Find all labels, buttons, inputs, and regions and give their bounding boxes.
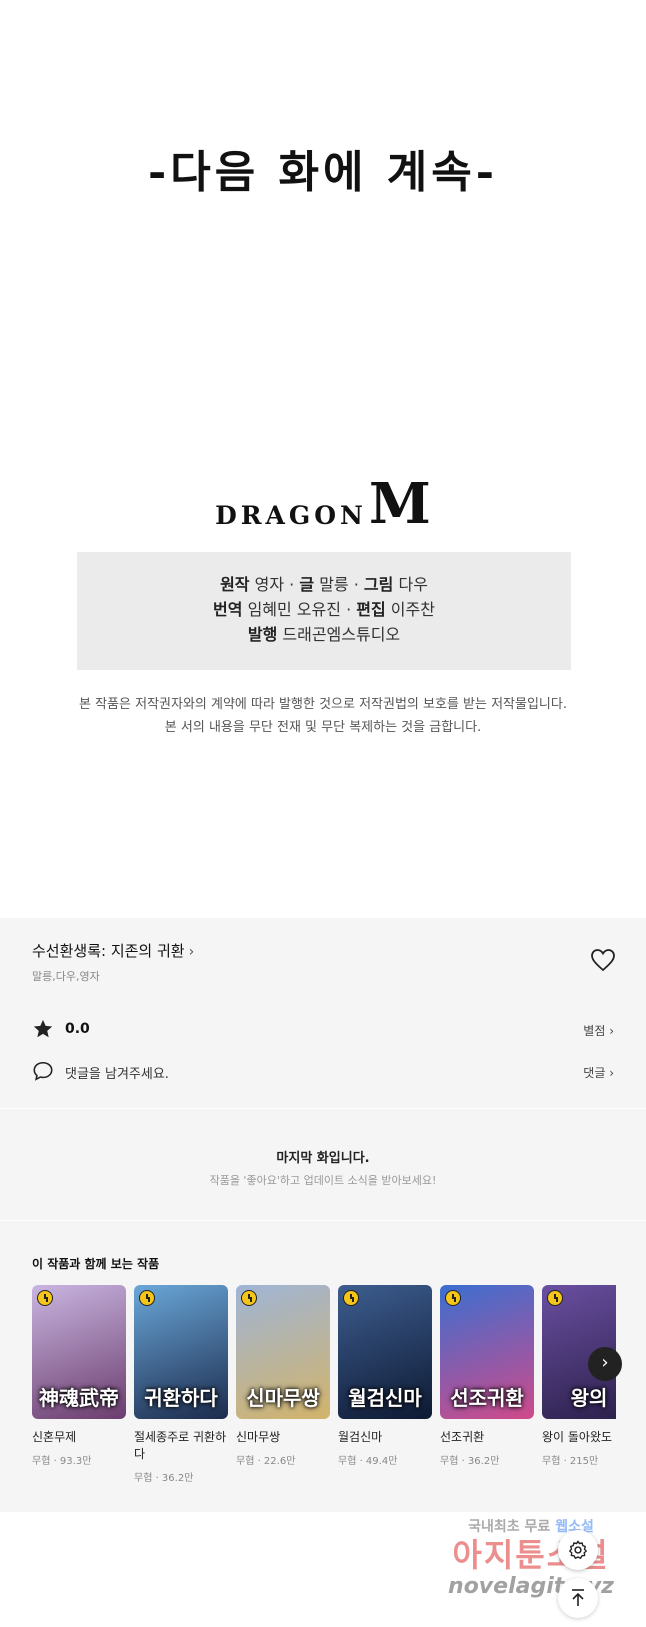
credit-label-original: 원작 xyxy=(220,575,250,594)
related-thumbnail: 선조귀환 xyxy=(440,1285,534,1419)
logo-text: DRAGON xyxy=(215,501,367,530)
copyright-notice: 본 작품은 저작권자와의 계약에 따라 발행한 것으로 저작권법의 보호를 받는… xyxy=(0,693,646,739)
related-meta: 무협 · 36.2만 xyxy=(134,1473,194,1484)
related-title: 절세종주로 귀환하다 xyxy=(134,1430,227,1461)
carousel-next-button[interactable]: › xyxy=(588,1347,622,1381)
related-title: 왕이 돌아왔도 xyxy=(542,1430,613,1444)
comment-bubble-icon xyxy=(33,1061,53,1081)
credit-separator: · xyxy=(346,600,352,619)
credit-value-publisher: 드래곤엠스튜디오 xyxy=(282,625,401,644)
site-watermark: 국내최초 무료 웹소설 아지툰소설 novelagit.xyz xyxy=(426,1512,636,1622)
star-icon xyxy=(33,1019,53,1038)
credit-label-artist: 그림 xyxy=(363,575,394,594)
watermark-line-1: 국내최초 무료 웹소설 xyxy=(426,1516,636,1536)
thumbnail-title-art: 왕의 xyxy=(570,1386,608,1410)
last-episode-subtitle: 작품을 '좋아요'하고 업데이트 소식을 받아보세요! xyxy=(209,1174,437,1187)
related-thumbnail: 귀환하다 xyxy=(134,1285,228,1419)
credit-value-translation: 임혜민 오유진 xyxy=(247,600,341,619)
rate-link[interactable]: 별점 › xyxy=(583,1022,614,1039)
credit-separator: · xyxy=(353,575,359,594)
related-thumbnail: 神魂武帝 xyxy=(32,1285,126,1419)
publisher-logo: DRAGONM xyxy=(0,476,646,532)
related-meta: 무협 · 22.6만 xyxy=(236,1456,296,1467)
wait-free-badge-icon xyxy=(37,1290,53,1306)
wait-free-badge-icon xyxy=(241,1290,257,1306)
related-title: 월검신마 xyxy=(338,1430,383,1444)
credit-value-artist: 다우 xyxy=(398,575,428,594)
comment-placeholder: 댓글을 남겨주세요. xyxy=(65,1067,169,1082)
logo-mark: M xyxy=(368,471,431,537)
watermark-line-2: 아지툰소설 xyxy=(452,1536,610,1574)
bottom-area: 국내최초 무료 웹소설 아지툰소설 novelagit.xyz xyxy=(0,1512,646,1627)
thumbnail-title-art: 월검신마 xyxy=(348,1386,422,1410)
series-title: 수선환생록: 지존의 귀환 xyxy=(32,942,185,960)
credit-value-writer: 말릉 xyxy=(319,575,349,594)
rating-value: 0.0 xyxy=(65,1021,90,1037)
credit-label-translation: 번역 xyxy=(213,600,243,619)
thumbnail-title-art: 선조귀환 xyxy=(450,1386,524,1410)
watermark-text-a: 국내최초 무료 xyxy=(468,1519,551,1535)
related-card[interactable]: 선조귀환 선조귀환 무협 · 36.2만 xyxy=(440,1285,534,1467)
thumbnail-title-art: 神魂武帝 xyxy=(39,1386,119,1410)
wait-free-badge-icon xyxy=(445,1290,461,1306)
related-title: 신혼무제 xyxy=(32,1430,77,1444)
credits-line-1: 원작 영자 · 글 말릉 · 그림 다우 xyxy=(77,572,571,597)
credit-label-writer: 글 xyxy=(299,575,315,594)
series-authors: 말릉,다우,영자 xyxy=(32,970,100,983)
comic-end-panel: -다음 화에 계속- DRAGONM 원작 영자 · 글 말릉 · 그림 다우 … xyxy=(0,0,646,918)
related-meta: 무협 · 36.2만 xyxy=(440,1456,500,1467)
related-works-section: 이 작품과 함께 보는 작품 神魂武帝 신혼무제 무협 · 93.3만 귀환하다… xyxy=(0,1220,646,1512)
wait-free-badge-icon xyxy=(343,1290,359,1306)
related-card[interactable]: 월검신마 월검신마 무협 · 49.4만 xyxy=(338,1285,432,1467)
related-card[interactable]: 神魂武帝 신혼무제 무협 · 93.3만 xyxy=(32,1285,126,1467)
wait-free-badge-icon xyxy=(547,1290,563,1306)
settings-button[interactable] xyxy=(558,1530,598,1570)
credits-line-2: 번역 임혜민 오유진 · 편집 이주찬 xyxy=(77,597,571,622)
credit-label-publisher: 발행 xyxy=(247,625,278,644)
related-carousel: 神魂武帝 신혼무제 무협 · 93.3만 귀환하다 절세종주로 귀환하다 무협 … xyxy=(32,1285,616,1495)
thumbnail-title-art: 신마무쌍 xyxy=(246,1386,320,1410)
related-meta: 무협 · 49.4만 xyxy=(338,1456,398,1467)
credit-separator: · xyxy=(289,575,295,594)
related-title: 신마무쌍 xyxy=(236,1430,281,1444)
scroll-to-top-button[interactable] xyxy=(558,1578,598,1618)
like-heart-button[interactable] xyxy=(590,948,616,972)
credits-line-3: 발행 드래곤엠스튜디오 xyxy=(77,622,571,647)
credit-label-editor: 편집 xyxy=(356,600,386,619)
watermark-line-3: novelagit.xyz xyxy=(448,1574,614,1599)
chevron-right-icon: › xyxy=(188,944,195,960)
related-meta: 무협 · 215만 xyxy=(542,1456,599,1467)
comment-link[interactable]: 댓글 › xyxy=(583,1064,614,1081)
related-meta: 무협 · 93.3만 xyxy=(32,1456,92,1467)
related-card[interactable]: 귀환하다 절세종주로 귀환하다 무협 · 36.2만 xyxy=(134,1285,228,1484)
copyright-line-1: 본 작품은 저작권자와의 계약에 따라 발행한 것으로 저작권법의 보호를 받는… xyxy=(79,697,567,712)
related-card[interactable]: 신마무쌍 신마무쌍 무협 · 22.6만 xyxy=(236,1285,330,1467)
series-title-link[interactable]: 수선환생록: 지존의 귀환 › xyxy=(32,940,194,961)
chevron-right-icon: › xyxy=(601,1352,609,1373)
thumbnail-title-art: 귀환하다 xyxy=(144,1386,218,1410)
rating-row: 0.0 별점 › xyxy=(32,1018,614,1042)
last-episode-notice: 마지막 화입니다. 작품을 '좋아요'하고 업데이트 소식을 받아보세요! xyxy=(0,1108,646,1220)
related-thumbnail: 신마무쌍 xyxy=(236,1285,330,1419)
credit-value-editor: 이주찬 xyxy=(390,600,435,619)
last-episode-title: 마지막 화입니다. xyxy=(276,1151,370,1166)
credit-value-original: 영자 xyxy=(254,575,285,594)
related-heading: 이 작품과 함께 보는 작품 xyxy=(32,1257,160,1271)
related-title: 선조귀환 xyxy=(440,1430,485,1444)
arrow-up-icon xyxy=(572,1589,584,1606)
series-info-panel: 수선환생록: 지존의 귀환 › 말릉,다우,영자 0.0 별점 › 댓글을 남겨주… xyxy=(0,918,646,1108)
gear-icon xyxy=(569,1540,587,1559)
comment-row[interactable]: 댓글을 남겨주세요. 댓글 › xyxy=(32,1060,614,1084)
copyright-line-2: 본 서의 내용을 무단 전재 및 무단 복제하는 것을 금합니다. xyxy=(164,720,482,735)
credits-box: 원작 영자 · 글 말릉 · 그림 다우 번역 임혜민 오유진 · 편집 이주찬… xyxy=(77,552,571,670)
wait-free-badge-icon xyxy=(139,1290,155,1306)
heart-icon xyxy=(591,949,615,972)
related-thumbnail: 월검신마 xyxy=(338,1285,432,1419)
next-episode-text: -다음 화에 계속- xyxy=(147,147,499,198)
